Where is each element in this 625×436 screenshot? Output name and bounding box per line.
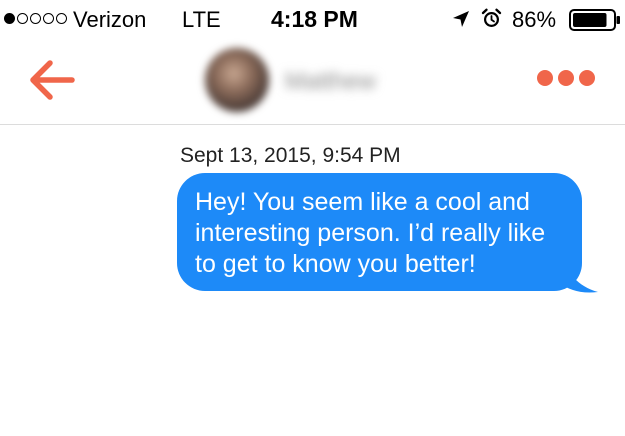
network-type: LTE [182,7,221,32]
message-bubble: Hey! You seem like a cool and interestin… [177,173,582,291]
battery-icon [569,9,620,31]
status-bar: Verizon LTE 4:18 PM 86% [0,0,625,40]
signal-dot [17,13,28,24]
more-dots-icon [537,70,553,86]
signal-strength-icon [4,13,67,24]
outgoing-message[interactable]: Hey! You seem like a cool and interestin… [177,173,599,295]
battery-percentage: 86% [512,7,557,32]
alarm-clock-icon [481,8,502,27]
message-timestamp: Sept 13, 2015, 9:54 PM [180,144,401,167]
messaging-screen: Verizon LTE 4:18 PM 86% Matthew Sept 13,… [0,0,625,436]
more-options-button[interactable] [537,70,597,92]
signal-dot [4,13,15,24]
carrier-name: Verizon [73,7,147,32]
signal-dot [30,13,41,24]
location-arrow-icon [453,11,469,27]
contact-name[interactable]: Matthew [285,64,415,100]
more-dots-icon [579,70,595,86]
back-arrow-icon[interactable] [26,58,76,102]
signal-dot [56,13,67,24]
signal-dot [43,13,54,24]
more-dots-icon [558,70,574,86]
conversation-header: Matthew [0,40,625,125]
status-time: 4:18 PM [271,6,358,32]
contact-avatar[interactable] [205,48,269,112]
